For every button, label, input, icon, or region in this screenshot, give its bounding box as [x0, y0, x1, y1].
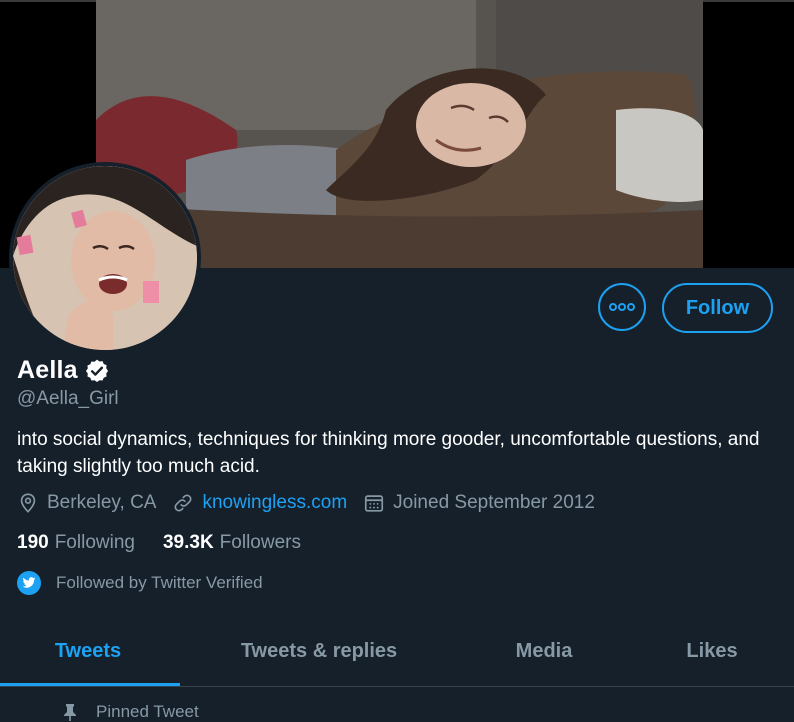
- following-label[interactable]: Following: [55, 532, 135, 554]
- pinned-label: Pinned Tweet: [96, 702, 199, 721]
- joined-text: Joined September 2012: [393, 492, 595, 513]
- profile-avatar[interactable]: [9, 162, 201, 354]
- location-pin-icon: [20, 493, 36, 513]
- profile-bio: into social dynamics, techniques for thi…: [17, 429, 760, 477]
- profile-meta: Berkeley, CA knowingless.com Joined Sept…: [17, 492, 611, 514]
- website-link[interactable]: knowingless.com: [202, 492, 347, 514]
- profile-tabs: Tweets Tweets & replies Media Likes: [0, 618, 794, 687]
- more-options-button[interactable]: [598, 283, 646, 331]
- profile-name: Aella: [17, 356, 78, 384]
- followers-label[interactable]: Followers: [220, 532, 301, 554]
- twitter-bird-icon: [17, 571, 41, 595]
- calendar-icon: [365, 495, 384, 512]
- pinned-tweet-header: Pinned Tweet: [62, 702, 199, 722]
- avatar-photo: [13, 166, 197, 350]
- location-text: Berkeley, CA: [47, 492, 157, 513]
- followed-by-row[interactable]: Followed by Twitter Verified: [17, 571, 263, 595]
- tab-tweets-replies[interactable]: Tweets & replies: [206, 618, 432, 685]
- tab-tweets[interactable]: Tweets: [0, 618, 176, 685]
- active-tab-indicator: [0, 683, 180, 686]
- joined-item: Joined September 2012: [363, 492, 595, 514]
- pin-icon: [64, 704, 76, 721]
- followers-count[interactable]: 39.3K: [163, 532, 214, 554]
- followed-by-text: Followed by Twitter Verified: [56, 573, 263, 592]
- more-horizontal-icon: [609, 303, 635, 311]
- tab-media[interactable]: Media: [476, 618, 612, 685]
- follow-button[interactable]: Follow: [662, 283, 773, 333]
- profile-name-row: Aella: [17, 356, 110, 385]
- location-item: Berkeley, CA: [17, 492, 156, 514]
- tab-likes[interactable]: Likes: [650, 618, 774, 685]
- following-count[interactable]: 190: [17, 532, 49, 554]
- link-icon: [174, 494, 192, 512]
- follow-stats: 190 Following 39.3K Followers: [17, 532, 329, 554]
- verified-badge-icon: [85, 359, 108, 382]
- profile-handle: @Aella_Girl: [17, 388, 119, 409]
- website-item[interactable]: knowingless.com: [172, 492, 347, 514]
